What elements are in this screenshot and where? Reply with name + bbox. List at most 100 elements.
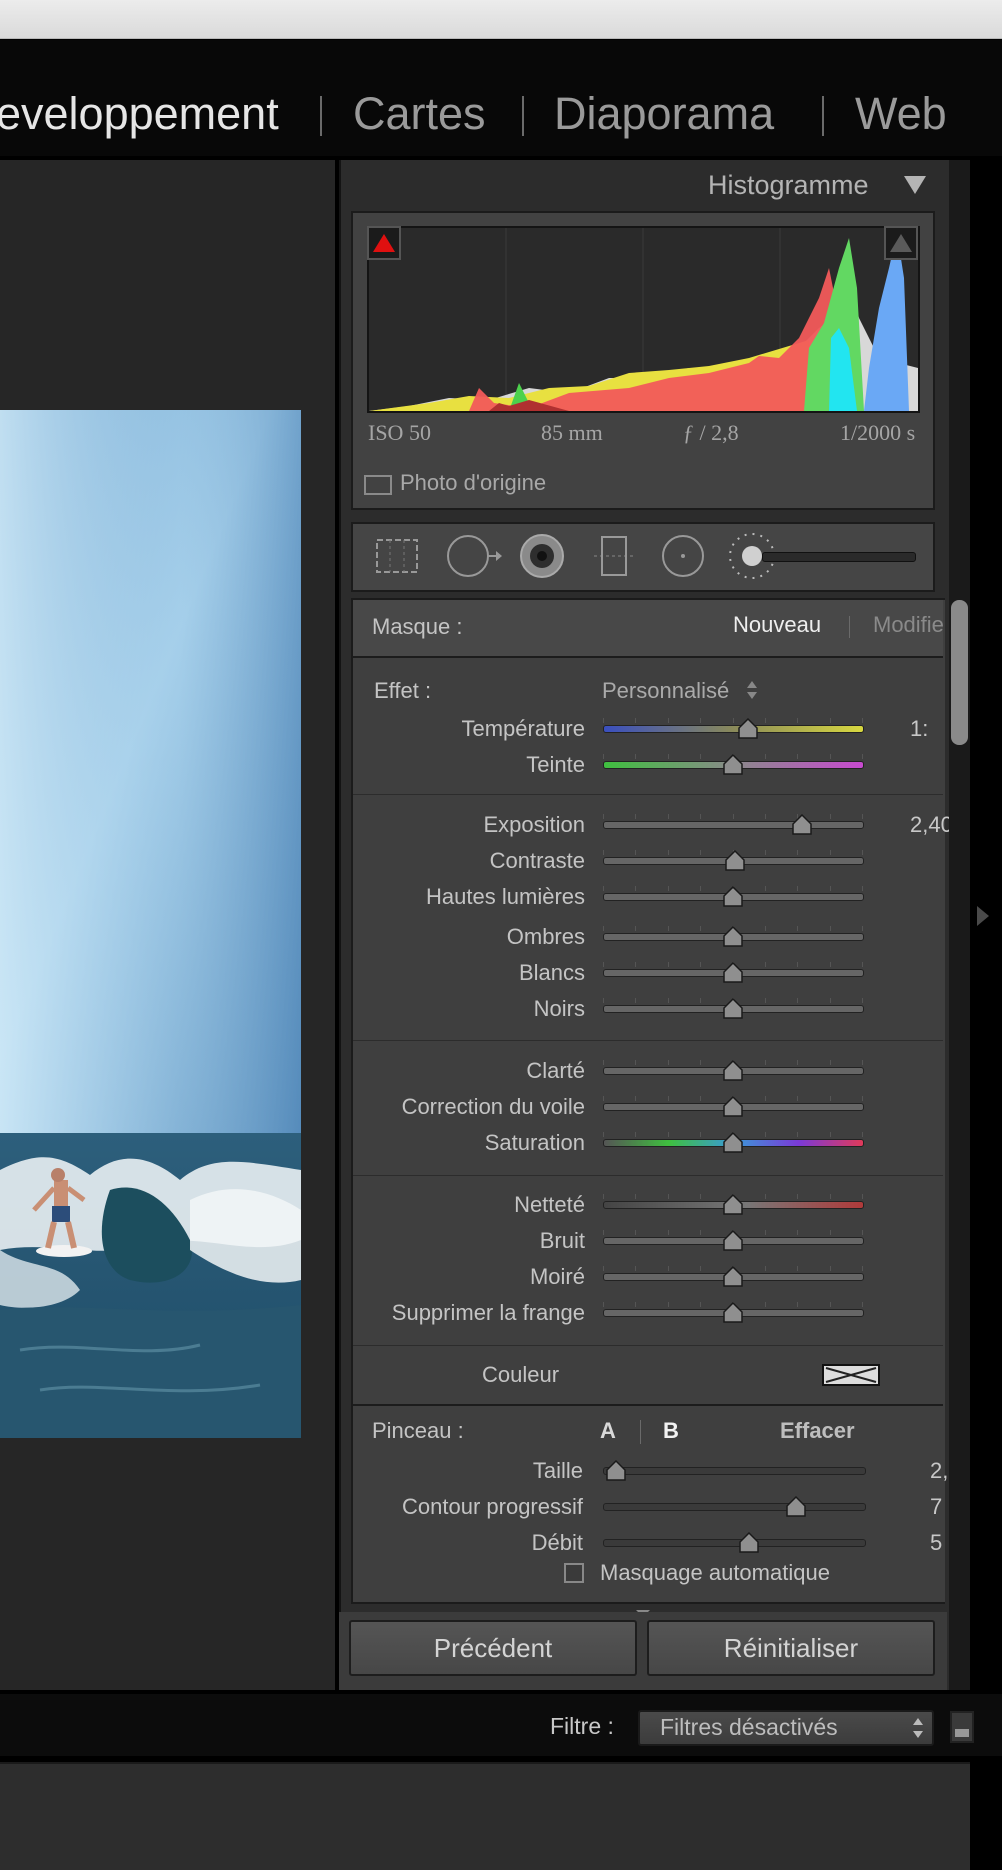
slider-tick (668, 998, 669, 1003)
slider-thumb[interactable] (722, 1265, 743, 1288)
brush-slider-label: Débit (531, 1530, 583, 1555)
slider-value[interactable]: 2,40 (910, 812, 953, 838)
highlight-clipping-toggle[interactable] (884, 226, 918, 260)
slider-tick (668, 1132, 669, 1137)
panel-scrollbar[interactable] (949, 160, 970, 1690)
red-eye-icon[interactable] (518, 533, 566, 584)
slider-tick (668, 1194, 669, 1199)
slider-tick (862, 718, 863, 723)
slider-track[interactable] (603, 821, 864, 829)
slider-value[interactable]: 1: (910, 716, 928, 742)
slider-tick (700, 754, 701, 759)
slider-tick (603, 1266, 604, 1271)
slider-label: Blancs (518, 960, 585, 985)
filter-select[interactable]: Filtres désactivés (638, 1710, 934, 1746)
slider-thumb[interactable] (722, 1059, 743, 1082)
slider-tick (765, 998, 766, 1003)
reset-button[interactable]: Réinitialiser (647, 1620, 935, 1676)
previous-button[interactable]: Précédent (349, 1620, 637, 1676)
slider-tick (635, 1060, 636, 1065)
slider-tick (830, 962, 831, 967)
slider-tick (700, 1096, 701, 1101)
slider-tick (603, 1060, 604, 1065)
brush-slider-value[interactable]: 5 (930, 1530, 942, 1556)
slider-tick (862, 886, 863, 891)
mask-new-button[interactable]: Nouveau (733, 612, 821, 638)
brush-slider-track[interactable] (603, 1503, 866, 1511)
filmstrip (0, 1762, 970, 1870)
scrollbar-thumb[interactable] (951, 600, 968, 745)
brush-separator (640, 1420, 641, 1444)
slider-tick (765, 850, 766, 855)
slider-tick (635, 962, 636, 967)
brush-slider-thumb[interactable] (739, 1531, 759, 1554)
histogram-title[interactable]: Histogramme (708, 170, 869, 201)
crop-tool-icon[interactable] (372, 535, 422, 582)
brush-a-button[interactable]: A (600, 1418, 616, 1444)
slider-tick (635, 1096, 636, 1101)
slider-thumb[interactable] (738, 717, 758, 740)
slider-thumb[interactable] (722, 1095, 743, 1118)
module-develop[interactable]: eveloppement (0, 88, 279, 140)
slider-label: Contraste (489, 848, 585, 873)
tool-amount-slider[interactable] (762, 552, 916, 562)
window-title-bar (0, 0, 1002, 39)
slider-thumb[interactable] (722, 1193, 743, 1216)
color-swatch[interactable] (822, 1364, 880, 1386)
graduated-filter-icon[interactable] (590, 533, 638, 584)
slider-tick (797, 1266, 798, 1271)
slider-thumb[interactable] (722, 961, 743, 984)
slider-tick (830, 1132, 831, 1137)
effect-preset-select[interactable]: Personnalisé (602, 678, 729, 704)
spot-removal-icon[interactable] (444, 533, 504, 584)
slider-thumb[interactable] (792, 813, 813, 836)
slider-tick (635, 850, 636, 855)
slider-thumb[interactable] (722, 925, 743, 948)
mask-edit-button[interactable]: Modifie (873, 612, 944, 638)
module-slideshow[interactable]: Diaporama (554, 88, 774, 140)
slider-thumb[interactable] (722, 1229, 743, 1252)
slider-tick (635, 998, 636, 1003)
slider-thumb[interactable] (722, 885, 743, 908)
brush-slider-value[interactable]: 7 (930, 1494, 942, 1520)
mask-label: Masque : (372, 614, 463, 639)
filter-label: Filtre : (550, 1713, 614, 1739)
brush-erase-button[interactable]: Effacer (780, 1418, 855, 1444)
slider-thumb[interactable] (725, 849, 745, 872)
slider-thumb[interactable] (722, 1301, 743, 1324)
radial-filter-icon[interactable] (659, 533, 707, 584)
slider-tick (765, 814, 766, 819)
photo-surfer[interactable] (0, 410, 301, 1438)
automask-checkbox[interactable] (564, 1563, 584, 1583)
slider-thumb[interactable] (722, 1131, 743, 1154)
slider-tick (668, 718, 669, 723)
slider-tick (700, 1060, 701, 1065)
brush-slider-thumb[interactable] (606, 1459, 626, 1482)
slider-thumb[interactable] (722, 997, 743, 1020)
slider-tick (668, 962, 669, 967)
original-photo-checkbox[interactable] (364, 475, 392, 495)
brush-slider-track[interactable] (603, 1539, 866, 1547)
brush-slider-thumb[interactable] (786, 1495, 806, 1518)
expand-right-panel-icon[interactable] (975, 902, 991, 935)
brush-slider-track[interactable] (603, 1467, 866, 1475)
brush-b-button[interactable]: B (663, 1418, 679, 1444)
updown-arrows-icon[interactable] (746, 679, 758, 706)
brush-slider-value[interactable]: 2, (930, 1458, 948, 1484)
slider-thumb[interactable] (722, 753, 743, 776)
exif-aperture: ƒ / 2,8 (683, 420, 739, 445)
slider-tick (830, 998, 831, 1003)
module-map[interactable]: Cartes (353, 88, 486, 140)
module-separator (822, 96, 824, 136)
slider-track[interactable] (603, 725, 864, 733)
shadow-clipping-toggle[interactable] (367, 226, 401, 260)
collapse-triangle-icon[interactable] (904, 176, 926, 201)
slider-tick (668, 850, 669, 855)
module-web[interactable]: Web (855, 88, 947, 140)
slider-tick (668, 886, 669, 891)
slider-tick (603, 1096, 604, 1101)
warning-triangle-icon (373, 234, 395, 252)
automask-label: Masquage automatique (600, 1560, 830, 1585)
slider-tick (797, 1230, 798, 1235)
filter-lock-toggle[interactable] (950, 1711, 974, 1743)
